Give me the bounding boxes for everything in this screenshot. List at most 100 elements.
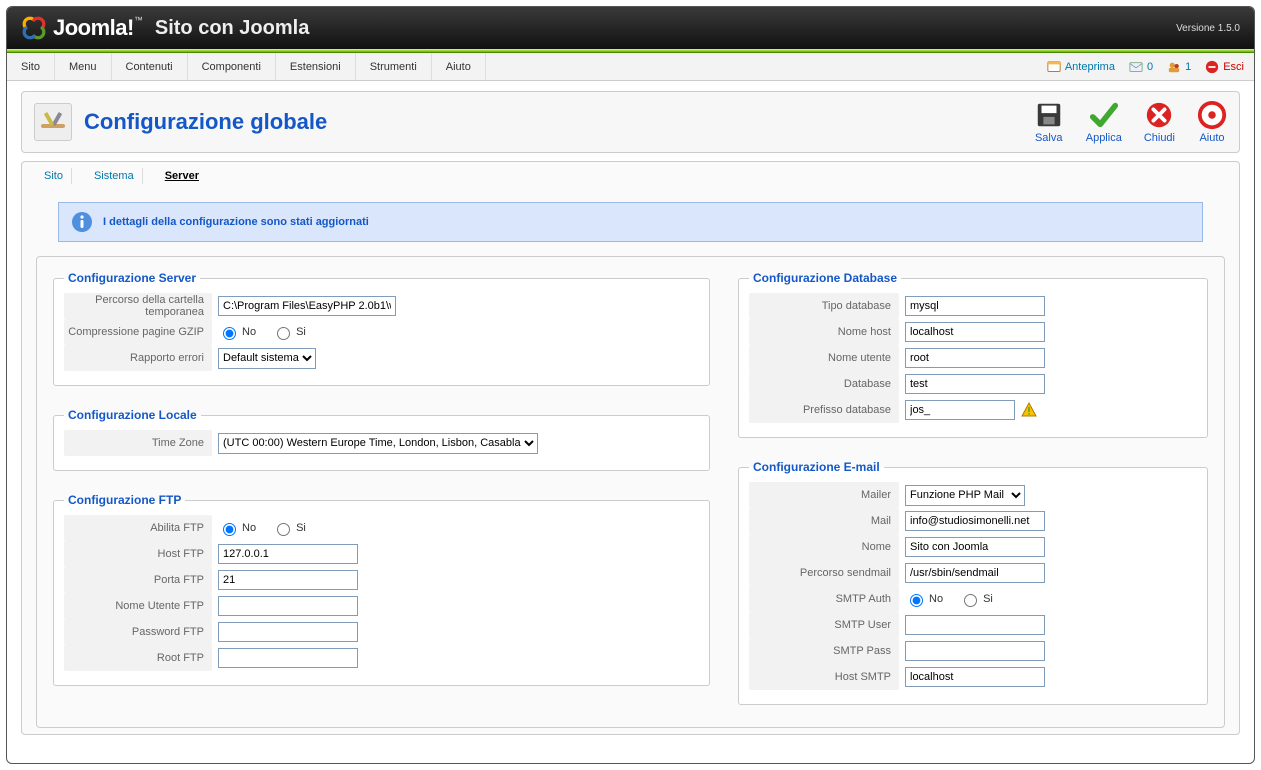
page-header: Configurazione globale Salva Applica Chi… [21,91,1240,153]
users-icon [1167,60,1181,74]
close-button[interactable]: Chiudi [1144,100,1175,144]
label-mail-name: Nome [749,534,899,560]
toolbar: Salva Applica Chiudi Aiuto [1034,100,1227,144]
fieldset-server: Configurazione Server Percorso della car… [53,271,710,386]
label-smtp-user: SMTP User [749,612,899,638]
brand-text: Joomla!™ [53,15,143,41]
legend-database: Configurazione Database [749,271,901,285]
tab-sito[interactable]: Sito [36,168,72,184]
right-column: Configurazione Database Tipo database No… [738,271,1208,705]
info-icon [71,211,93,233]
input-ftp-pass[interactable] [218,622,358,642]
config-panel: Configurazione Server Percorso della car… [36,256,1225,728]
label-mailer: Mailer [749,482,899,508]
radio-gzip-yes[interactable]: Si [272,324,306,340]
brand: Joomla!™ Sito con Joomla [21,15,309,41]
radio-ftp-no[interactable]: No [218,520,256,536]
tab-server[interactable]: Server [157,168,207,184]
top-bar: Joomla!™ Sito con Joomla Versione 1.5.0 [7,7,1254,49]
radio-gzip-no[interactable]: No [218,324,256,340]
menu-menu[interactable]: Menu [55,53,112,80]
legend-mail: Configurazione E-mail [749,460,884,474]
input-db-prefix[interactable] [905,400,1015,420]
fieldset-ftp: Configurazione FTP Abilita FTP No Si Hos… [53,493,710,686]
menu-estensioni[interactable]: Estensioni [276,53,356,80]
label-ftp-root: Root FTP [64,645,212,671]
notice-text: I dettagli della configurazione sono sta… [103,216,369,228]
fieldset-mail: Configurazione E-mail Mailer Funzione PHP… [738,460,1208,705]
save-button[interactable]: Salva [1034,100,1064,144]
input-ftp-host[interactable] [218,544,358,564]
radio-smtpauth-yes[interactable]: Si [959,591,993,607]
label-ftp-port: Porta FTP [64,567,212,593]
save-icon [1034,100,1064,130]
tab-sistema[interactable]: Sistema [86,168,143,184]
fieldset-locale: Configurazione Locale Time Zone (UTC 00:… [53,408,710,471]
menu-sito[interactable]: Sito [7,53,55,80]
site-title: Sito con Joomla [155,17,309,40]
left-column: Configurazione Server Percorso della car… [53,271,710,705]
radio-smtpauth-no[interactable]: No [905,591,943,607]
input-smtp-pass[interactable] [905,641,1045,661]
input-smtp-host[interactable] [905,667,1045,687]
tab-bar: Sito Sistema Server I dettagli della con… [21,161,1240,735]
menu-contenuti[interactable]: Contenuti [112,53,188,80]
label-ftp-host: Host FTP [64,541,212,567]
messages-link[interactable]: 0 [1129,60,1153,74]
input-ftp-root[interactable] [218,648,358,668]
help-icon [1197,100,1227,130]
users-link[interactable]: 1 [1167,60,1191,74]
input-ftp-port[interactable] [218,570,358,590]
logout-icon [1205,60,1219,74]
select-error-reporting[interactable]: Default sistema [218,348,316,369]
input-ftp-user[interactable] [218,596,358,616]
label-ftp-enable: Abilita FTP [64,515,212,541]
apply-button[interactable]: Applica [1086,100,1122,144]
select-timezone[interactable]: (UTC 00:00) Western Europe Time, London,… [218,433,538,454]
menu-componenti[interactable]: Componenti [188,53,276,80]
menu-aiuto[interactable]: Aiuto [432,53,486,80]
preview-icon [1047,60,1061,74]
logout-link[interactable]: Esci [1205,60,1244,74]
input-tmp-path[interactable] [218,296,396,316]
mail-icon [1129,60,1143,74]
config-icon [34,103,72,141]
label-smtp-auth: SMTP Auth [749,586,899,612]
label-smtp-host: Host SMTP [749,664,899,690]
label-db-user: Nome utente [749,345,899,371]
page-body: Configurazione globale Salva Applica Chi… [7,81,1254,763]
input-sendmail[interactable] [905,563,1045,583]
version-label: Versione 1.5.0 [1176,23,1240,34]
legend-ftp: Configurazione FTP [64,493,185,507]
menu-strumenti[interactable]: Strumenti [356,53,432,80]
status-bar: Anteprima 0 1 Esci [1037,53,1254,80]
help-button[interactable]: Aiuto [1197,100,1227,144]
select-mailer[interactable]: Funzione PHP Mail [905,485,1025,506]
input-db-user[interactable] [905,348,1045,368]
apply-icon [1089,100,1119,130]
legend-locale: Configurazione Locale [64,408,201,422]
radio-ftp-yes[interactable]: Si [272,520,306,536]
input-smtp-user[interactable] [905,615,1045,635]
input-db-name[interactable] [905,374,1045,394]
page-title: Configurazione globale [84,109,327,135]
legend-server: Configurazione Server [64,271,200,285]
input-mail-name[interactable] [905,537,1045,557]
label-error-reporting: Rapporto errori [64,345,212,371]
label-ftp-pass: Password FTP [64,619,212,645]
label-db-prefix: Prefisso database [749,397,899,423]
success-notice: I dettagli della configurazione sono sta… [58,202,1203,242]
label-tmp-path: Percorso della cartella temporanea [64,293,212,319]
label-db-name: Database [749,371,899,397]
fieldset-database: Configurazione Database Tipo database No… [738,271,1208,438]
warning-icon [1021,402,1037,418]
input-db-type[interactable] [905,296,1045,316]
joomla-logo-icon [21,15,47,41]
input-mail-from[interactable] [905,511,1045,531]
label-ftp-user: Nome Utente FTP [64,593,212,619]
preview-link[interactable]: Anteprima [1047,60,1115,74]
main-menu: Sito Menu Contenuti Componenti Estension… [7,53,1254,81]
input-db-host[interactable] [905,322,1045,342]
label-sendmail: Percorso sendmail [749,560,899,586]
label-timezone: Time Zone [64,430,212,456]
